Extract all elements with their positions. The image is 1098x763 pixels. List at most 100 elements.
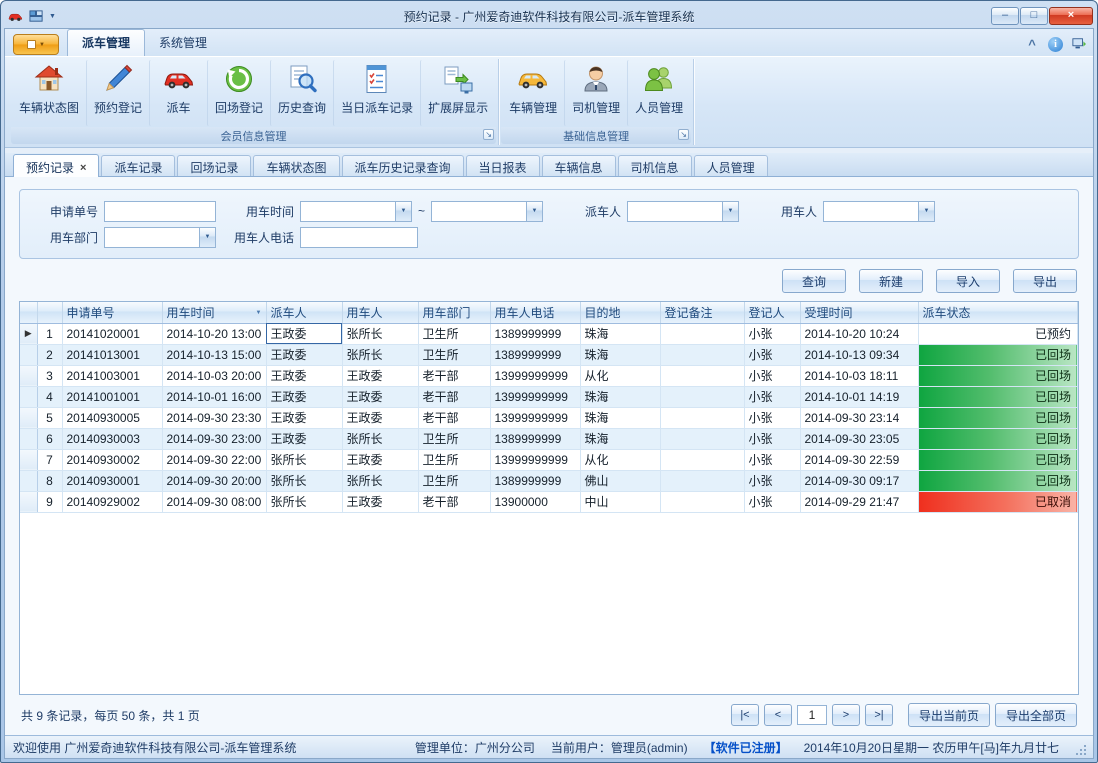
cell-destination[interactable]: 从化 bbox=[580, 449, 660, 470]
table-row[interactable]: 5201409300052014-09-30 23:30王政委王政委老干部139… bbox=[20, 407, 1078, 428]
collapse-ribbon-icon[interactable] bbox=[1024, 36, 1040, 52]
doc-tab[interactable]: 车辆信息 bbox=[542, 155, 616, 176]
ribbon-button-search-doc[interactable]: 历史查询 bbox=[270, 60, 333, 126]
cell-use-time[interactable]: 2014-10-01 16:00 bbox=[162, 386, 266, 407]
column-header[interactable]: 申请单号 bbox=[62, 302, 162, 323]
cell-status[interactable]: 已回场 bbox=[918, 386, 1078, 407]
cell-phone[interactable]: 1389999999 bbox=[490, 344, 580, 365]
combo-arrow-icon[interactable] bbox=[722, 202, 738, 221]
cell-dispatcher[interactable]: 王政委 bbox=[266, 365, 342, 386]
doc-tab[interactable]: 当日报表 bbox=[466, 155, 540, 176]
cell-dispatcher[interactable]: 王政委 bbox=[266, 386, 342, 407]
ribbon-tab-system[interactable]: 系统管理 bbox=[145, 30, 221, 56]
cell-dept[interactable]: 卫生所 bbox=[418, 470, 490, 491]
cell-remark[interactable] bbox=[660, 470, 744, 491]
table-row[interactable]: 9201409290022014-09-30 08:00张所长王政委老干部139… bbox=[20, 491, 1078, 512]
cell-dept[interactable]: 卫生所 bbox=[418, 323, 490, 344]
cell-registrar[interactable]: 小张 bbox=[744, 386, 800, 407]
column-header[interactable]: 用车时间 bbox=[162, 302, 266, 323]
ribbon-tab-dispatch[interactable]: 派车管理 bbox=[67, 29, 145, 56]
cell-dept[interactable]: 卫生所 bbox=[418, 449, 490, 470]
cell-remark[interactable] bbox=[660, 386, 744, 407]
dept-combo[interactable] bbox=[104, 227, 216, 248]
cell-dispatcher[interactable]: 王政委 bbox=[266, 323, 342, 344]
table-row[interactable]: 7201409300022014-09-30 22:00张所长王政委卫生所139… bbox=[20, 449, 1078, 470]
doc-tab[interactable]: 人员管理 bbox=[694, 155, 768, 176]
cell-user[interactable]: 张所长 bbox=[342, 344, 418, 365]
dispatcher-combo[interactable] bbox=[627, 201, 739, 222]
cell-user[interactable]: 王政委 bbox=[342, 449, 418, 470]
screen-switch-icon[interactable] bbox=[1071, 36, 1087, 52]
cell-destination[interactable]: 珠海 bbox=[580, 428, 660, 449]
cell-status[interactable]: 已回场 bbox=[918, 470, 1078, 491]
cell-remark[interactable] bbox=[660, 491, 744, 512]
cell-dispatcher[interactable]: 张所长 bbox=[266, 491, 342, 512]
cell-user[interactable]: 张所长 bbox=[342, 470, 418, 491]
use-time-from-combo[interactable] bbox=[300, 201, 412, 222]
cell-accept-time[interactable]: 2014-09-30 23:14 bbox=[800, 407, 918, 428]
combo-arrow-icon[interactable] bbox=[918, 202, 934, 221]
cell-dept[interactable]: 老干部 bbox=[418, 365, 490, 386]
column-header[interactable]: 目的地 bbox=[580, 302, 660, 323]
cell-destination[interactable]: 珠海 bbox=[580, 407, 660, 428]
cell-user[interactable]: 王政委 bbox=[342, 407, 418, 428]
apply-no-input[interactable] bbox=[104, 201, 216, 222]
cell-accept-time[interactable]: 2014-10-13 09:34 bbox=[800, 344, 918, 365]
cell-destination[interactable]: 从化 bbox=[580, 365, 660, 386]
ribbon-button-list-doc[interactable]: 当日派车记录 bbox=[333, 60, 420, 126]
cell-dept[interactable]: 卫生所 bbox=[418, 428, 490, 449]
table-row[interactable]: 8201409300012014-09-30 20:00张所长张所长卫生所138… bbox=[20, 470, 1078, 491]
cell-use-time[interactable]: 2014-10-03 20:00 bbox=[162, 365, 266, 386]
new-button[interactable]: 新建 bbox=[859, 269, 923, 293]
cell-remark[interactable] bbox=[660, 428, 744, 449]
ribbon-button-red-car[interactable]: 派车 bbox=[149, 60, 207, 126]
doc-tab[interactable]: 预约记录 bbox=[13, 154, 99, 177]
cell-phone[interactable]: 13900000 bbox=[490, 491, 580, 512]
combo-arrow-icon[interactable] bbox=[526, 202, 542, 221]
cell-use-time[interactable]: 2014-09-30 22:00 bbox=[162, 449, 266, 470]
filter-arrow-icon[interactable] bbox=[256, 310, 262, 316]
cell-dispatcher[interactable]: 王政委 bbox=[266, 407, 342, 428]
qat-dropdown-icon[interactable]: ▼ bbox=[49, 13, 56, 20]
page-number-input[interactable] bbox=[797, 705, 827, 725]
doc-tab[interactable]: 回场记录 bbox=[177, 155, 251, 176]
dialog-launcher-icon[interactable] bbox=[483, 129, 494, 140]
cell-registrar[interactable]: 小张 bbox=[744, 323, 800, 344]
prev-page-button[interactable]: < bbox=[764, 704, 792, 726]
cell-destination[interactable]: 珠海 bbox=[580, 386, 660, 407]
ribbon-button-screen[interactable]: 扩展屏显示 bbox=[420, 60, 495, 126]
doc-tab[interactable]: 司机信息 bbox=[618, 155, 692, 176]
cell-accept-time[interactable]: 2014-09-29 21:47 bbox=[800, 491, 918, 512]
title-bar[interactable]: ▼ 预约记录 - 广州爱奇迪软件科技有限公司-派车管理系统 bbox=[1, 1, 1097, 28]
export-current-page-button[interactable]: 导出当前页 bbox=[908, 703, 990, 727]
cell-apply-no[interactable]: 20140930001 bbox=[62, 470, 162, 491]
cell-dispatcher[interactable]: 张所长 bbox=[266, 470, 342, 491]
cell-remark[interactable] bbox=[660, 365, 744, 386]
cell-registrar[interactable]: 小张 bbox=[744, 365, 800, 386]
cell-registrar[interactable]: 小张 bbox=[744, 491, 800, 512]
table-row[interactable]: 3201410030012014-10-03 20:00王政委王政委老干部139… bbox=[20, 365, 1078, 386]
cell-use-time[interactable]: 2014-09-30 23:30 bbox=[162, 407, 266, 428]
column-header[interactable]: 派车人 bbox=[266, 302, 342, 323]
cell-phone[interactable]: 13999999999 bbox=[490, 365, 580, 386]
dialog-launcher-icon[interactable] bbox=[678, 129, 689, 140]
first-page-button[interactable]: |< bbox=[731, 704, 759, 726]
cell-remark[interactable] bbox=[660, 449, 744, 470]
cell-apply-no[interactable]: 20140930003 bbox=[62, 428, 162, 449]
cell-accept-time[interactable]: 2014-09-30 22:59 bbox=[800, 449, 918, 470]
cell-status[interactable]: 已回场 bbox=[918, 344, 1078, 365]
import-button[interactable]: 导入 bbox=[936, 269, 1000, 293]
cell-accept-time[interactable]: 2014-09-30 23:05 bbox=[800, 428, 918, 449]
cell-use-time[interactable]: 2014-10-20 13:00 bbox=[162, 323, 266, 344]
license-status-link[interactable]: 【软件已注册】 bbox=[704, 739, 788, 756]
cell-use-time[interactable]: 2014-09-30 20:00 bbox=[162, 470, 266, 491]
doc-tab[interactable]: 派车记录 bbox=[101, 155, 175, 176]
cell-dept[interactable]: 老干部 bbox=[418, 491, 490, 512]
cell-accept-time[interactable]: 2014-10-01 14:19 bbox=[800, 386, 918, 407]
cell-accept-time[interactable]: 2014-09-30 09:17 bbox=[800, 470, 918, 491]
cell-dispatcher[interactable]: 王政委 bbox=[266, 428, 342, 449]
cell-use-time[interactable]: 2014-10-13 15:00 bbox=[162, 344, 266, 365]
cell-phone[interactable]: 1389999999 bbox=[490, 323, 580, 344]
cell-dispatcher[interactable]: 张所长 bbox=[266, 449, 342, 470]
cell-phone[interactable]: 13999999999 bbox=[490, 386, 580, 407]
